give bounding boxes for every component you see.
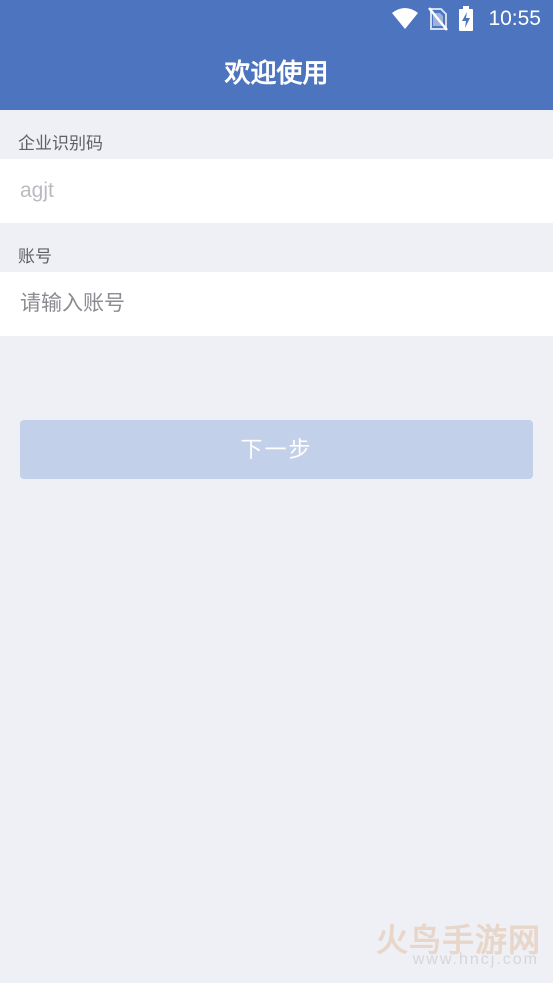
watermark-url: www.hncj.com [412,951,539,968]
battery-charging-icon [459,6,474,31]
wifi-icon [392,8,419,29]
account-input[interactable] [20,272,530,336]
account-label: 账号 [18,247,52,267]
account-row [0,272,553,336]
company-code-label: 企业识别码 [18,134,103,154]
no-sim-icon [428,7,449,31]
next-step-button[interactable]: 下一步 [20,420,533,479]
company-code-input[interactable] [20,159,530,223]
status-icons: 10:55 [392,6,541,32]
app-header: 10:55 欢迎使用 [0,0,553,110]
company-code-row [0,159,553,223]
status-time: 10:55 [488,7,541,30]
status-bar: 10:55 [0,0,553,38]
page-title: 欢迎使用 [224,59,329,89]
watermark: 火鸟手游网 www.hncj.com [373,915,541,969]
